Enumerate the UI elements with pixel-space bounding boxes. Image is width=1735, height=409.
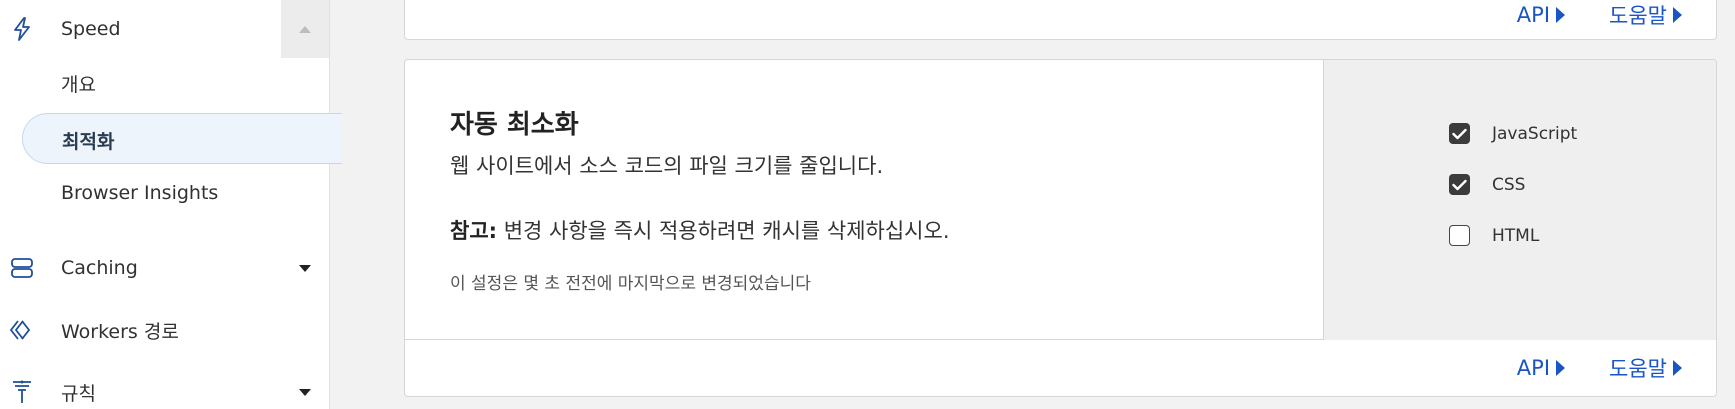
checkbox-label: JavaScript (1492, 123, 1578, 144)
sidebar-item-label: Workers 경로 (61, 320, 179, 343)
previous-card-footer: API 도움말 (404, 0, 1717, 40)
lightning-icon (9, 16, 35, 42)
card-note-text: 변경 사항을 즉시 적용하려면 캐시를 삭제하십시오. (497, 219, 950, 243)
sidebar: Speed 개요 최적화 Browser Insights Caching Wo… (0, 0, 342, 409)
card-note-prefix: 참고: (450, 219, 498, 243)
sidebar-item-workers[interactable]: Workers 경로 (0, 305, 330, 355)
api-link[interactable]: API (1516, 356, 1566, 380)
caret-right-icon (1556, 360, 1566, 376)
help-link[interactable]: 도움말 (1609, 0, 1682, 30)
sidebar-item-caching[interactable]: Caching (0, 243, 330, 293)
card-description: 웹 사이트에서 소스 코드의 파일 크기를 줄입니다. (450, 154, 884, 178)
help-link[interactable]: 도움말 (1609, 353, 1682, 383)
chevron-up-icon (299, 25, 311, 33)
css-checkbox[interactable]: CSS (1449, 174, 1525, 195)
check-icon[interactable] (1449, 123, 1470, 144)
collapse-button[interactable] (281, 0, 329, 58)
caret-right-icon (1673, 360, 1682, 376)
api-link-label: API (1516, 356, 1551, 380)
sidebar-subitem-optimization[interactable]: 최적화 (22, 113, 342, 164)
sidebar-item-label: Speed (61, 18, 121, 40)
help-link-label: 도움말 (1609, 357, 1667, 381)
database-icon (9, 255, 35, 281)
chevron-down-icon (299, 388, 311, 396)
sidebar-subitem-browser-insights[interactable]: Browser Insights (61, 182, 218, 204)
card-note: 참고: 변경 사항을 즉시 적용하려면 캐시를 삭제하십시오. (450, 215, 950, 245)
sidebar-item-rules[interactable]: 규칙 (0, 367, 330, 409)
sidebar-subitem-label: 최적화 (62, 131, 115, 153)
card-footer: API 도움말 (405, 340, 1716, 396)
card-settings-panel: JavaScript CSS HTML (1323, 60, 1716, 340)
workers-icon (9, 317, 35, 343)
check-icon[interactable] (1449, 174, 1470, 195)
api-link[interactable]: API (1516, 2, 1566, 27)
checkbox-label: CSS (1492, 174, 1526, 195)
caret-right-icon (1556, 6, 1566, 23)
sidebar-item-label: Caching (61, 257, 138, 279)
checkbox-label: HTML (1492, 225, 1540, 246)
javascript-checkbox[interactable]: JavaScript (1449, 123, 1577, 144)
card-footer-links: API 도움말 (1517, 0, 1716, 39)
card-description-panel: 자동 최소화 웹 사이트에서 소스 코드의 파일 크기를 줄입니다. 참고: 변… (405, 60, 1323, 340)
sidebar-subitem-overview[interactable]: 개요 (61, 70, 96, 97)
caret-right-icon (1673, 6, 1682, 23)
funnel-icon (9, 379, 35, 405)
card-footer-links: API 도움말 (1517, 340, 1716, 396)
api-link-label: API (1516, 2, 1551, 27)
html-checkbox[interactable]: HTML (1449, 225, 1539, 246)
chevron-down-icon (299, 264, 311, 272)
card-body: 자동 최소화 웹 사이트에서 소스 코드의 파일 크기를 줄입니다. 참고: 변… (405, 60, 1716, 340)
last-changed-text: 이 설정은 몇 초 전전에 마지막으로 변경되었습니다 (450, 274, 811, 294)
auto-minify-card: 자동 최소화 웹 사이트에서 소스 코드의 파일 크기를 줄입니다. 참고: 변… (404, 59, 1717, 397)
checkbox-box[interactable] (1449, 225, 1470, 246)
card-title: 자동 최소화 (450, 110, 579, 140)
sidebar-item-label: 규칙 (61, 382, 96, 405)
help-link-label: 도움말 (1609, 3, 1667, 28)
